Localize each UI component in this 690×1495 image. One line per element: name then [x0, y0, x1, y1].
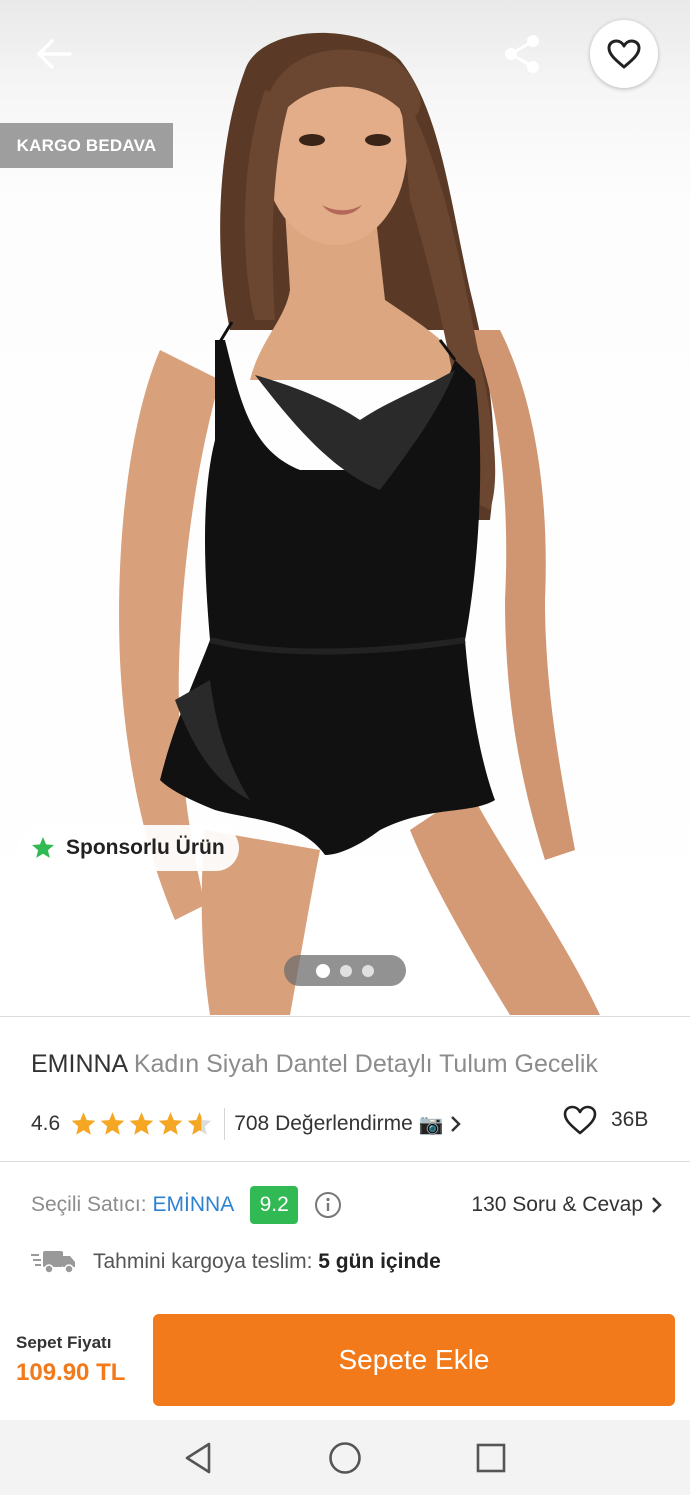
share-icon [505, 35, 539, 73]
like-count: 36B [611, 1108, 649, 1131]
camera-icon: 📷 [418, 1113, 444, 1136]
seller-label: Seçili Satıcı: [31, 1193, 147, 1216]
rating-stars [70, 1111, 213, 1137]
pagination-dot-2[interactable] [340, 964, 352, 977]
image-pagination[interactable] [284, 955, 406, 986]
add-to-cart-button[interactable]: Sepete Ekle [153, 1314, 675, 1406]
nav-home-button[interactable] [305, 1420, 385, 1495]
seller-row: Seçili Satıcı: EMİNNA 9.2 130 Soru & Cev… [31, 1184, 663, 1226]
nav-back-icon [185, 1442, 211, 1473]
sponsored-badge: Sponsorlu Ürün [20, 825, 239, 871]
share-button[interactable] [490, 22, 554, 86]
truck-icon [31, 1251, 75, 1274]
heart-icon [563, 1105, 597, 1135]
pagination-dot-1[interactable] [316, 963, 330, 978]
product-name: Kadın Siyah Dantel Detaylı Tulum Gecelik [133, 1050, 598, 1078]
seller-name-link[interactable]: EMİNNA [153, 1193, 235, 1217]
star-icon [129, 1112, 154, 1135]
delivery-text: Tahmini kargoya teslim: 5 gün içinde [93, 1250, 441, 1274]
rating-separator [224, 1108, 226, 1140]
delivery-label: Tahmini kargoya teslim: [93, 1250, 313, 1273]
divider [0, 1161, 690, 1162]
qa-label: 130 Soru & Cevap [471, 1193, 643, 1216]
star-icon [158, 1112, 183, 1135]
nav-recents-button[interactable] [451, 1420, 531, 1495]
cart-price: 109.90 TL [16, 1359, 126, 1386]
back-button[interactable] [22, 22, 86, 86]
brand-name[interactable]: EMINNA [31, 1050, 127, 1078]
free-shipping-badge: KARGO BEDAVA [0, 123, 173, 168]
questions-answers-link[interactable]: 130 Soru & Cevap [471, 1193, 663, 1217]
reviews-label: 708 Değerlendirme [234, 1112, 413, 1135]
seller-score-badge: 9.2 [250, 1186, 299, 1224]
nav-recents-icon [476, 1443, 506, 1472]
nav-home-icon [329, 1441, 361, 1474]
chevron-right-icon [652, 1197, 662, 1213]
arrow-left-icon [37, 39, 72, 69]
star-icon [32, 837, 54, 858]
reviews-link[interactable]: 708 Değerlendirme 📷 [234, 1112, 462, 1137]
delivery-row: Tahmini kargoya teslim: 5 gün içinde [31, 1244, 441, 1280]
rating-value: 4.6 [31, 1112, 61, 1135]
chevron-right-icon [450, 1116, 461, 1132]
info-icon[interactable] [314, 1191, 342, 1219]
delivery-value: 5 gün içinde [318, 1250, 441, 1273]
star-icon [100, 1112, 125, 1135]
cart-price-label: Sepet Fiyatı [16, 1333, 112, 1352]
pagination-dot-3[interactable] [362, 964, 374, 977]
star-icon [71, 1112, 96, 1135]
divider [0, 1016, 690, 1017]
favorite-button[interactable] [590, 20, 658, 88]
sponsored-label: Sponsorlu Ürün [66, 836, 225, 859]
product-image-gallery[interactable]: KARGO BEDAVA Sponsorlu Ürün [0, 0, 690, 1015]
heart-icon [607, 39, 641, 69]
like-button[interactable]: 36B [563, 1105, 648, 1135]
nav-back-button[interactable] [158, 1420, 238, 1495]
star-half-icon [187, 1112, 212, 1135]
product-title: EMINNA Kadın Siyah Dantel Detaylı Tulum … [31, 1050, 598, 1079]
